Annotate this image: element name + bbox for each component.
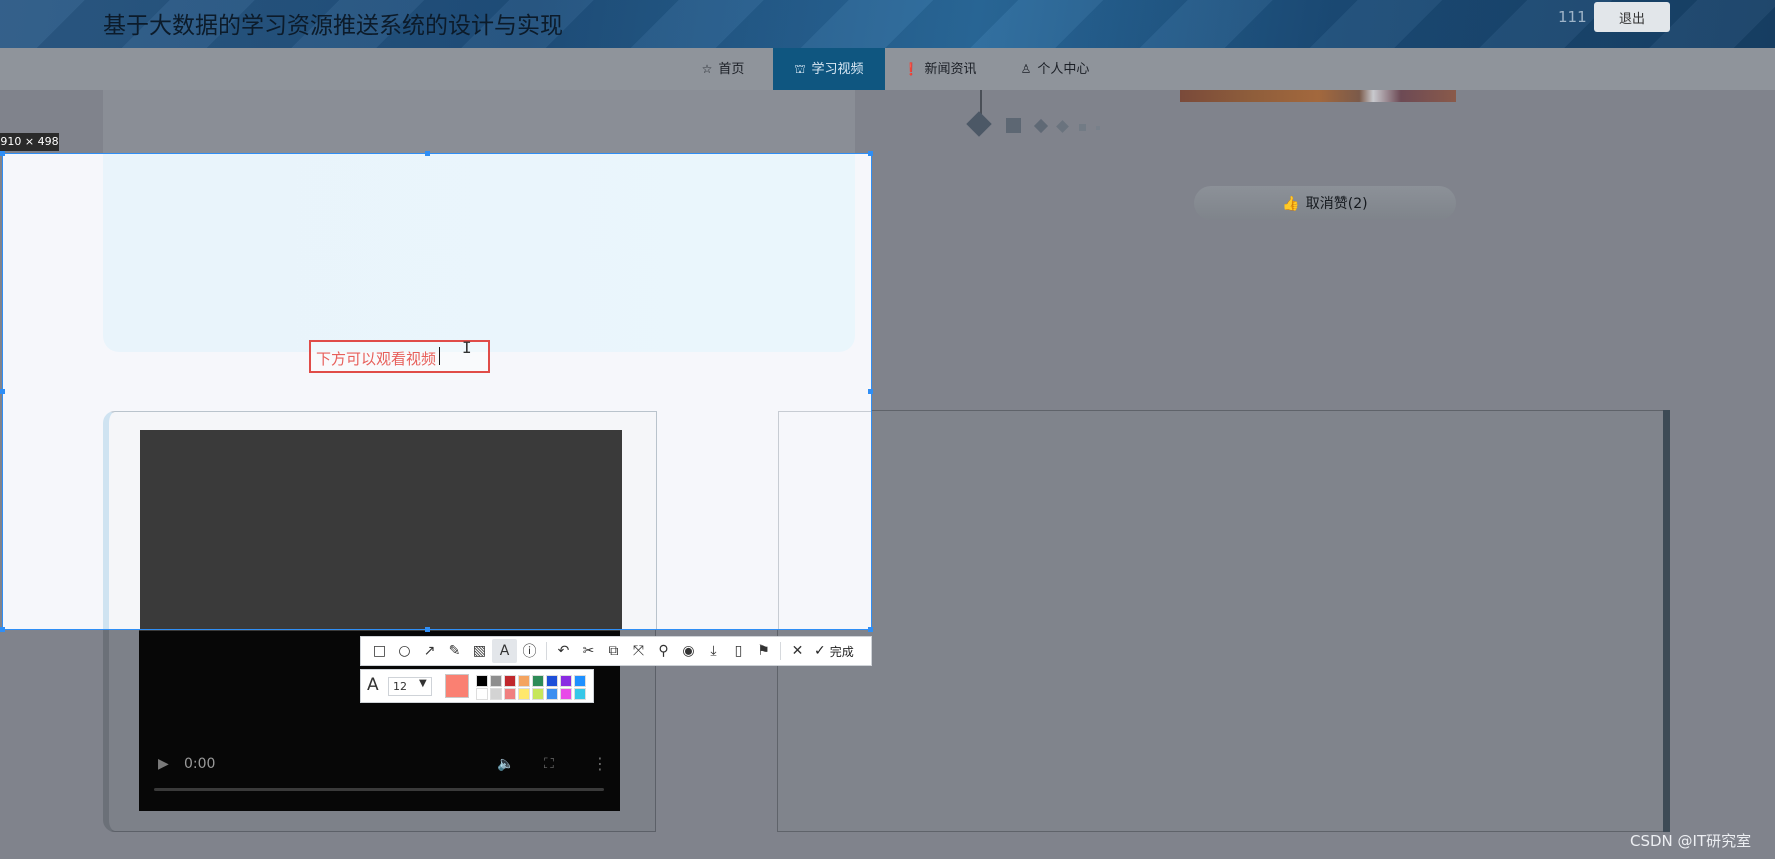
volume-icon[interactable]: 🔈 bbox=[497, 756, 514, 772]
nav-item-videos[interactable]: ⛫ 学习视频 bbox=[773, 48, 885, 90]
bookmark-button[interactable]: ⚑ bbox=[751, 639, 776, 663]
capture-toolbar: □ ○ ↗ ✎ ▧ Aⓘ ↶ ✂ ⧉ ⤧ ⚲ ◉ ⤓ ▯ ⚑ ✕ ✓ 完成 bbox=[360, 636, 872, 666]
color-swatch[interactable] bbox=[546, 688, 558, 700]
resize-handle[interactable] bbox=[425, 627, 430, 632]
record-button[interactable]: ◉ bbox=[676, 639, 701, 663]
content-panel bbox=[777, 410, 1665, 832]
done-button[interactable]: ✓ 完成 bbox=[814, 643, 854, 660]
phone-button[interactable]: ▯ bbox=[726, 639, 751, 663]
thumb-up-icon: 👍 bbox=[1282, 196, 1300, 212]
color-swatch[interactable] bbox=[504, 688, 516, 700]
current-color-swatch[interactable] bbox=[445, 674, 469, 698]
undo-button[interactable]: ↶ bbox=[551, 639, 576, 663]
watermark: CSDN @IT研究室 bbox=[1630, 832, 1752, 850]
nav-item-home[interactable]: ☆ 首页 bbox=[673, 48, 773, 90]
text-caret bbox=[439, 347, 440, 365]
nav-item-label: 个人中心 bbox=[1037, 62, 1090, 77]
nav-item-news[interactable]: ❗ 新闻资讯 bbox=[885, 48, 995, 90]
ocr-button[interactable]: ⧉ bbox=[601, 639, 626, 663]
color-swatch[interactable] bbox=[518, 688, 530, 700]
square-shape bbox=[1079, 124, 1086, 131]
resize-handle[interactable] bbox=[868, 389, 873, 394]
more-options-icon[interactable]: ⋮ bbox=[592, 754, 608, 773]
font-icon: A bbox=[367, 675, 379, 695]
diamond-shape bbox=[1033, 118, 1049, 134]
resize-handle[interactable] bbox=[868, 151, 873, 156]
chevron-down-icon[interactable]: ▼ bbox=[419, 678, 427, 689]
diamond-shape bbox=[1056, 120, 1069, 133]
color-swatch[interactable] bbox=[490, 675, 502, 687]
resize-handle[interactable] bbox=[0, 627, 5, 632]
color-swatch[interactable] bbox=[490, 688, 502, 700]
toolbar-separator bbox=[546, 642, 547, 660]
mosaic-tool-button[interactable]: ▧ bbox=[467, 639, 492, 663]
resize-handle[interactable] bbox=[0, 389, 5, 394]
ibeam-cursor-icon: I bbox=[462, 338, 472, 357]
pin-button[interactable]: ⚲ bbox=[651, 639, 676, 663]
unlike-label: 取消赞(2) bbox=[1305, 196, 1368, 212]
resize-handle[interactable] bbox=[425, 151, 430, 156]
done-label: 完成 bbox=[829, 644, 854, 659]
rectangle-tool-button[interactable]: □ bbox=[367, 639, 392, 663]
bag-icon: ⛫ bbox=[794, 62, 806, 76]
resize-handle[interactable] bbox=[0, 151, 5, 156]
color-swatch[interactable] bbox=[574, 675, 586, 687]
video-time: 0:00 bbox=[184, 756, 216, 772]
play-icon[interactable]: ▶ bbox=[158, 756, 169, 772]
color-swatch[interactable] bbox=[518, 675, 530, 687]
download-button[interactable]: ⤓ bbox=[701, 639, 726, 663]
color-swatch[interactable] bbox=[560, 675, 572, 687]
panel-scrollbar[interactable] bbox=[1663, 410, 1670, 832]
resize-handle[interactable] bbox=[868, 627, 873, 632]
diamond-shape bbox=[966, 111, 992, 137]
nav-item-label: 新闻资讯 bbox=[924, 62, 977, 77]
star-icon: ☆ bbox=[701, 62, 713, 76]
color-swatch[interactable] bbox=[574, 688, 586, 700]
video-frame bbox=[140, 430, 622, 629]
nav-item-profile[interactable]: ♙ 个人中心 bbox=[995, 48, 1115, 90]
translate-button[interactable]: ⤧ bbox=[626, 639, 651, 663]
fullscreen-icon[interactable]: ⛶ bbox=[544, 756, 554, 772]
color-swatch[interactable] bbox=[532, 675, 544, 687]
number-tool-button[interactable]: ⓘ bbox=[517, 639, 542, 663]
selection-size-label: 910 × 498 bbox=[0, 133, 59, 151]
check-icon: ✓ bbox=[814, 643, 826, 659]
color-swatch[interactable] bbox=[532, 688, 544, 700]
ellipse-tool-button[interactable]: ○ bbox=[392, 639, 417, 663]
text-tool-button[interactable]: A bbox=[492, 639, 517, 663]
toolbar-separator bbox=[780, 642, 781, 660]
pen-tool-button[interactable]: ✎ bbox=[442, 639, 467, 663]
square-shape bbox=[1006, 118, 1021, 133]
long-screenshot-button[interactable]: ✂ bbox=[576, 639, 601, 663]
dot-shape bbox=[1096, 126, 1100, 130]
info-card bbox=[103, 154, 855, 352]
capture-selection[interactable] bbox=[2, 153, 872, 630]
timeline-line bbox=[980, 90, 982, 114]
nav-item-label: 首页 bbox=[718, 62, 745, 77]
unlike-button[interactable]: 👍 取消赞(2) bbox=[1194, 186, 1456, 220]
info-icon: ❗ bbox=[903, 62, 919, 76]
video-progress-bar[interactable] bbox=[154, 788, 604, 791]
color-swatch[interactable] bbox=[546, 675, 558, 687]
cover-image bbox=[1180, 90, 1456, 102]
color-swatch[interactable] bbox=[476, 688, 488, 700]
text-annotation[interactable]: 下方可以观看视频 bbox=[316, 348, 436, 369]
color-swatch[interactable] bbox=[560, 688, 572, 700]
color-swatch[interactable] bbox=[476, 675, 488, 687]
text-style-panel: A 12 ▼ bbox=[360, 669, 594, 703]
username-label: 111 bbox=[1558, 8, 1587, 26]
logout-button[interactable]: 退出 bbox=[1594, 2, 1670, 32]
content-panel bbox=[778, 411, 871, 629]
color-swatch[interactable] bbox=[504, 675, 516, 687]
close-button[interactable]: ✕ bbox=[785, 639, 810, 663]
nav-item-label: 学习视频 bbox=[811, 62, 864, 77]
site-title: 基于大数据的学习资源推送系统的设计与实现 bbox=[103, 13, 563, 39]
arrow-tool-button[interactable]: ↗ bbox=[417, 639, 442, 663]
user-icon: ♙ bbox=[1020, 62, 1032, 76]
